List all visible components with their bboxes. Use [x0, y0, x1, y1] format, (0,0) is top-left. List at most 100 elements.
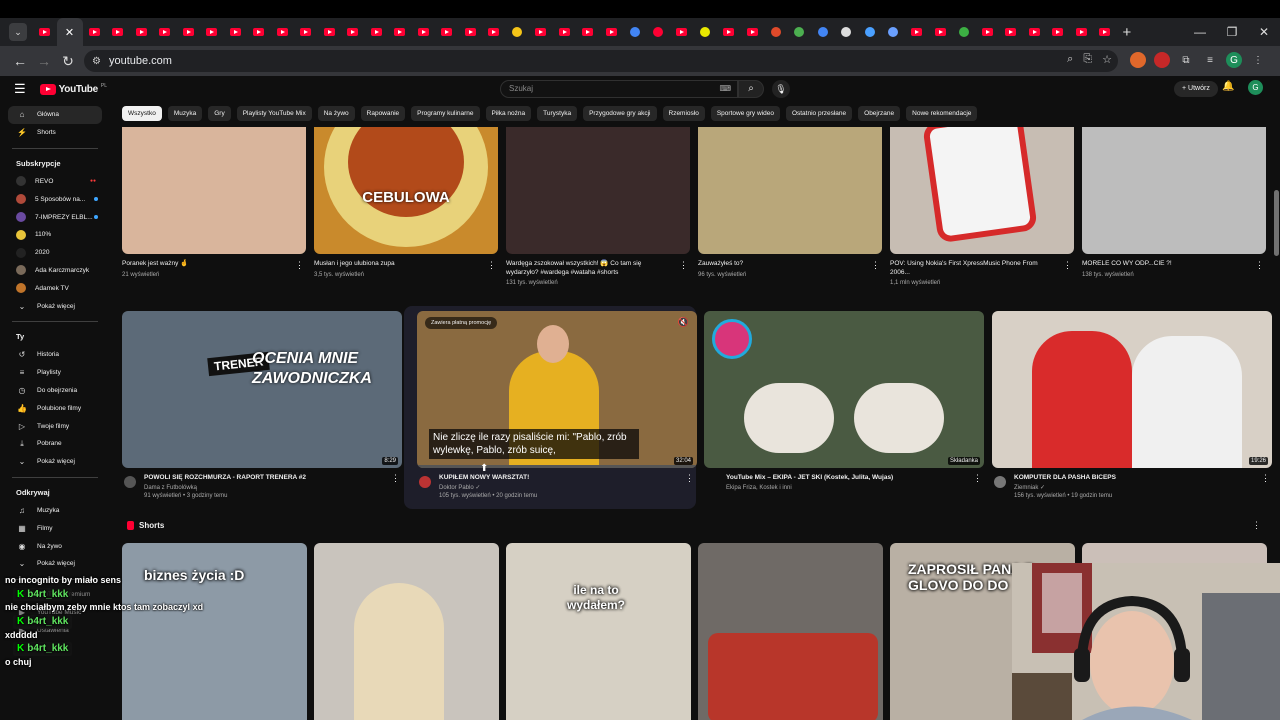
channel-avatar[interactable] [124, 476, 136, 488]
video-thumbnail[interactable]: TRENER OCENIA MNIE ZAWODNICZKA 8:29 [122, 311, 402, 468]
browser-tab[interactable] [788, 18, 812, 46]
subscription-item[interactable]: Ada Karczmarczyk [0, 262, 110, 280]
browser-tab[interactable] [294, 18, 318, 46]
sidebar-item[interactable]: ◷ Do obejrzenia [0, 382, 110, 400]
browser-tab[interactable] [694, 18, 718, 46]
browser-tab[interactable] [177, 18, 201, 46]
video-title[interactable]: Musłan i jego ulubiona zupa [314, 260, 482, 269]
filter-chip[interactable]: Ostatnio przesłane [785, 106, 853, 121]
install-app-icon[interactable]: ⎘ [1083, 53, 1092, 66]
paid-promo-badge[interactable]: Zawiera płatną promocję [425, 317, 498, 329]
video-menu-icon[interactable]: ⋮ [1261, 473, 1270, 484]
media-controls-icon[interactable]: ≡ [1202, 52, 1218, 68]
filter-chip[interactable]: Obejrzane [858, 106, 901, 121]
browser-tab[interactable]: ✕ [56, 18, 83, 46]
voice-search-button[interactable]: 🎙 [772, 80, 790, 98]
minimize-button[interactable]: — [1184, 25, 1216, 39]
close-window-button[interactable]: ✕ [1248, 25, 1280, 39]
subscription-item[interactable]: 5 Sposobów na... [0, 190, 110, 208]
video-thumbnail[interactable] [698, 127, 882, 254]
video-thumbnail[interactable] [890, 127, 1074, 254]
browser-tab[interactable] [952, 18, 976, 46]
subscription-item[interactable]: 7-IMPREZY ELBL... [0, 208, 110, 226]
sidebar-item[interactable]: 👍 Polubione filmy [0, 399, 110, 417]
video-title[interactable]: Wardęga zszokował wszystkich! 😱 Co tam s… [506, 260, 674, 277]
extension-red-icon[interactable] [1154, 52, 1170, 68]
video-card[interactable]: Zauważyłeś to? 96 tys. wyświetleń ⋮ [698, 127, 882, 286]
browser-tab[interactable] [529, 18, 553, 46]
filter-chip[interactable]: Wszystko [122, 106, 162, 121]
video-card[interactable]: 19:26 KOMPUTER DLA PASHA BICEPS Ziemniak ✓… [992, 311, 1272, 500]
browser-tab[interactable] [1046, 18, 1070, 46]
subscription-item[interactable]: ⌄ Pokaż więcej [0, 297, 110, 315]
filter-chip[interactable]: Rapowanie [360, 106, 406, 121]
profile-avatar[interactable]: G [1226, 52, 1242, 68]
video-card[interactable]: MORELE CO WY ODP...CIE ?! 138 tys. wyświe… [1082, 127, 1266, 286]
bookmark-star-icon[interactable]: ☆ [1102, 53, 1112, 66]
video-title[interactable]: KUPIŁEM NOWY WARSZTAT! [439, 474, 537, 481]
filter-chip[interactable]: Programy kulinarne [411, 106, 480, 121]
video-card[interactable]: CEBULOWA Musłan i jego ulubiona zupa 3,5 t… [314, 127, 498, 286]
progress-bar[interactable] [417, 465, 697, 468]
forward-button[interactable]: → [32, 53, 56, 69]
browser-tab[interactable] [858, 18, 882, 46]
browser-tab[interactable] [459, 18, 483, 46]
browser-tab[interactable] [506, 18, 530, 46]
browser-tab[interactable] [999, 18, 1023, 46]
browser-tab[interactable] [741, 18, 765, 46]
video-card[interactable]: Zawiera płatną promocję 🔇 Nie zliczę ile r… [417, 311, 697, 500]
video-menu-icon[interactable]: ⋮ [973, 473, 982, 484]
filter-chip[interactable]: Gry [208, 106, 231, 121]
filter-chip[interactable]: Piłka nożna [485, 106, 532, 121]
filter-chip[interactable]: Turystyka [537, 106, 578, 121]
short-thumbnail[interactable] [314, 543, 499, 720]
extension-orange-icon[interactable] [1130, 52, 1146, 68]
browser-tab[interactable] [1093, 18, 1117, 46]
video-title[interactable]: KOMPUTER DLA PASHA BICEPS [1014, 474, 1116, 481]
subscription-item[interactable]: 2020 [0, 244, 110, 262]
sidebar-item[interactable]: ⌄ Pokaż więcej [0, 555, 110, 573]
video-menu-icon[interactable]: ⋮ [679, 260, 688, 271]
video-thumbnail[interactable] [1082, 127, 1266, 254]
video-menu-icon[interactable]: ⋮ [1255, 260, 1264, 271]
video-menu-icon[interactable]: ⋮ [391, 473, 400, 484]
browser-tab[interactable] [224, 18, 248, 46]
video-menu-icon[interactable]: ⋮ [487, 260, 496, 271]
restore-button[interactable]: ❐ [1216, 25, 1248, 39]
filter-chip[interactable]: Przygodowe gry akcji [583, 106, 657, 121]
filter-chip[interactable]: Rzemiosło [662, 106, 705, 121]
browser-tab[interactable] [341, 18, 365, 46]
browser-tab[interactable] [600, 18, 624, 46]
shorts-menu-icon[interactable]: ⋮ [1252, 520, 1261, 531]
video-card[interactable]: Składanka YouTube Mix – EKIPA - JET SKI (… [704, 311, 984, 500]
sidebar-item[interactable]: ↺ Historia [0, 346, 110, 364]
video-title[interactable]: POWOLI SIĘ ROZCHMURZA - RAPORT TRENERA #… [144, 474, 306, 481]
video-card[interactable]: POV: Using Nokia's First XpressMusic Pho… [890, 127, 1074, 286]
video-card[interactable]: TRENER OCENIA MNIE ZAWODNICZKA 8:29 POWOLI … [122, 311, 402, 500]
subscription-item[interactable]: REVO ●● [0, 173, 110, 191]
short-thumbnail[interactable] [698, 543, 883, 720]
video-menu-icon[interactable]: ⋮ [871, 260, 880, 271]
browser-tab[interactable] [929, 18, 953, 46]
video-thumbnail[interactable]: CEBULOWA [314, 127, 498, 254]
video-title[interactable]: POV: Using Nokia's First XpressMusic Pho… [890, 260, 1058, 277]
browser-tab[interactable] [576, 18, 600, 46]
address-bar[interactable]: ⚙ youtube.com ⌕ ⎘ ☆ [84, 50, 1118, 72]
channel-avatar[interactable] [706, 476, 718, 488]
filter-chip[interactable]: Nowe rekomendacje [906, 106, 978, 121]
browser-tab[interactable] [388, 18, 412, 46]
reload-button[interactable]: ↻ [56, 53, 80, 70]
site-info-icon[interactable]: ⚙ [92, 56, 101, 67]
video-title[interactable]: Poranek jest ważny 🤞 [122, 260, 290, 269]
browser-tab[interactable] [200, 18, 224, 46]
sidebar-item[interactable]: ▷ Twoje filmy [0, 417, 110, 435]
filter-chip[interactable]: Na żywo [317, 106, 355, 121]
channel-avatar[interactable] [419, 476, 431, 488]
browser-tab[interactable] [435, 18, 459, 46]
you-heading[interactable]: Ty [0, 328, 110, 346]
sidebar-item[interactable]: ⚡ Shorts [0, 124, 110, 142]
sidebar-item[interactable]: ⌂ Główna [8, 106, 102, 124]
sidebar-item[interactable]: ▦ Filmy [0, 519, 110, 537]
browser-tab[interactable] [647, 18, 671, 46]
video-menu-icon[interactable]: ⋮ [685, 473, 694, 484]
